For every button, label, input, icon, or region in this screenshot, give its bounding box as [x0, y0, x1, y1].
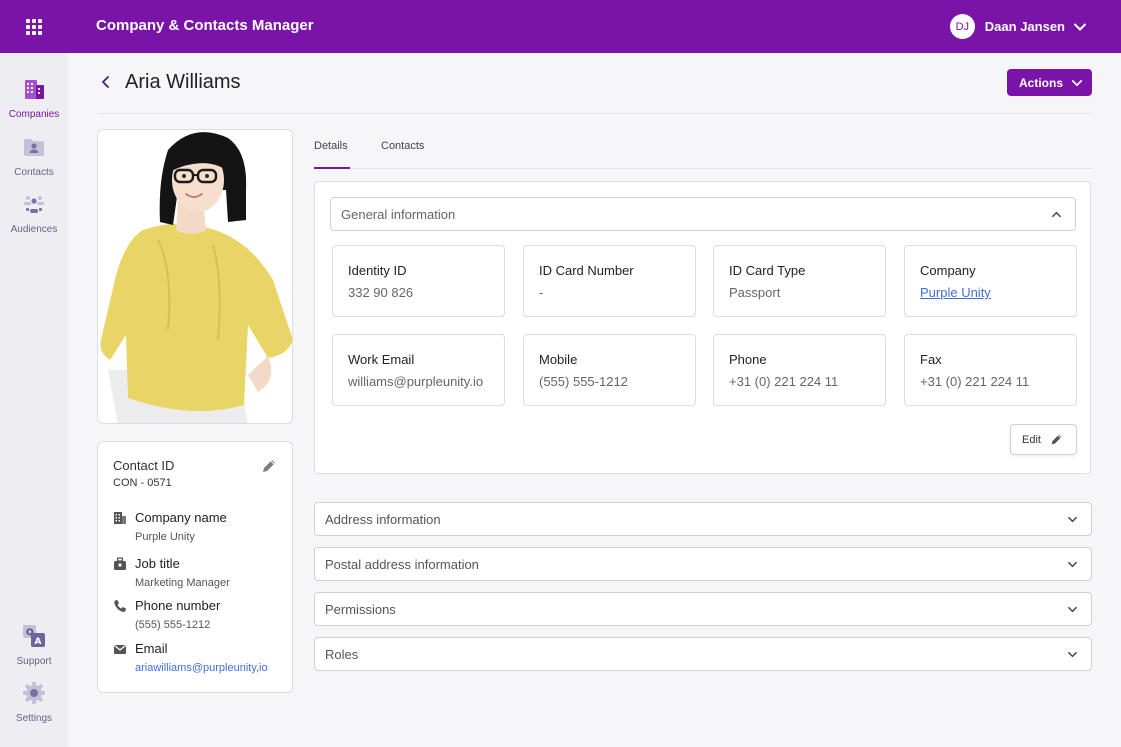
company-name-label: Company name — [135, 510, 227, 525]
sidebar-item-support[interactable]: Q A Support — [0, 624, 68, 667]
tab-details[interactable]: Details — [314, 140, 348, 152]
actions-button-label: Actions — [1019, 75, 1064, 90]
edit-button[interactable]: Edit — [1010, 424, 1077, 455]
field-label: ID Card Type — [729, 263, 806, 278]
avatar: DJ — [949, 14, 975, 39]
field-phone: Phone +31 (0) 221 224 11 — [713, 334, 886, 406]
chevron-down-icon — [1068, 561, 1077, 568]
chevron-down-icon — [1068, 606, 1077, 613]
field-value: (555) 555-1212 — [539, 374, 628, 389]
accordion-title: Postal address information — [325, 557, 479, 572]
accordion-title: Address information — [325, 512, 441, 527]
sidebar: Companies Contacts Audiences Q A Support — [0, 53, 68, 747]
phone-number-value: (555) 555-1212 — [135, 619, 211, 631]
roles-accordion[interactable]: Roles — [314, 637, 1092, 671]
edit-button-label: Edit — [1022, 433, 1041, 446]
accordion-title: Roles — [325, 647, 359, 662]
sidebar-item-label: Support — [16, 656, 52, 667]
field-identity-id: Identity ID 332 90 826 — [332, 245, 505, 317]
general-information-header[interactable]: General information — [330, 197, 1076, 231]
back-arrow-icon[interactable] — [99, 75, 113, 89]
sidebar-item-settings[interactable]: Settings — [0, 681, 68, 724]
sidebar-item-audiences[interactable]: Audiences — [0, 192, 68, 235]
top-bar: Company & Contacts Manager DJ Daan Janse… — [0, 0, 1121, 53]
general-information-title: General information — [341, 207, 456, 222]
field-work-email: Work Email williams@purpleunity.io — [332, 334, 505, 406]
field-value: Passport — [729, 285, 781, 300]
settings-icon — [23, 682, 45, 704]
contact-summary-card: Contact ID CON - 0571 Company name Purpl… — [97, 441, 293, 693]
field-label: Mobile — [539, 352, 578, 367]
field-value: +31 (0) 221 224 11 — [920, 374, 1030, 389]
field-company: Company Purple Unity — [904, 245, 1077, 317]
app-grid-icon[interactable] — [26, 19, 42, 35]
audiences-icon — [24, 196, 44, 213]
sidebar-item-contacts[interactable]: Contacts — [0, 135, 68, 178]
svg-text:A: A — [35, 637, 42, 647]
field-value: 332 90 826 — [348, 285, 414, 300]
app-title: Company & Contacts Manager — [96, 17, 314, 34]
companies-icon — [25, 80, 44, 99]
accordion-title: Permissions — [325, 602, 396, 617]
chevron-down-icon — [1071, 79, 1083, 86]
chevron-down-icon — [1068, 516, 1077, 523]
pencil-icon — [1051, 434, 1062, 445]
field-label: Work Email — [348, 352, 415, 367]
sidebar-item-label: Audiences — [10, 224, 58, 235]
sidebar-item-label: Contacts — [14, 167, 54, 178]
field-id-card-type: ID Card Type Passport — [713, 245, 886, 317]
header-divider — [97, 113, 1092, 114]
phone-icon — [114, 600, 126, 612]
field-mobile: Mobile (555) 555-1212 — [523, 334, 696, 406]
field-label: Fax — [920, 352, 942, 367]
field-label: ID Card Number — [539, 263, 634, 278]
avatar-illustration — [98, 130, 292, 423]
field-id-card-number: ID Card Number - — [523, 245, 696, 317]
sidebar-item-label: Settings — [15, 713, 53, 724]
sidebar-item-companies[interactable]: Companies — [0, 77, 68, 120]
actions-button[interactable]: Actions — [1007, 69, 1092, 96]
job-title-label: Job title — [135, 556, 180, 571]
mail-icon — [114, 645, 126, 654]
user-menu[interactable]: DJ Daan Jansen — [949, 14, 1087, 39]
postal-address-information-accordion[interactable]: Postal address information — [314, 547, 1092, 581]
address-information-accordion[interactable]: Address information — [314, 502, 1092, 536]
email-label: Email — [135, 641, 168, 656]
contact-id-label: Contact ID — [113, 458, 175, 473]
email-link[interactable]: ariawilliams@purpleunity,io — [135, 662, 268, 674]
job-title-value: Marketing Manager — [135, 577, 230, 589]
sidebar-item-label: Companies — [8, 109, 60, 120]
chevron-down-icon — [1068, 651, 1077, 658]
permissions-accordion[interactable]: Permissions — [314, 592, 1092, 626]
user-name: Daan Jansen — [984, 19, 1065, 34]
field-value: - — [539, 285, 544, 300]
field-label: Phone — [729, 352, 767, 367]
page-title: Aria Williams — [125, 71, 241, 93]
chevron-up-icon — [1052, 211, 1061, 218]
company-name-value: Purple Unity — [135, 531, 195, 543]
field-label: Identity ID — [348, 263, 407, 278]
field-label: Company — [920, 263, 976, 278]
active-tab-indicator — [314, 167, 350, 169]
tabs-divider — [314, 168, 1092, 169]
field-value: +31 (0) 221 224 11 — [729, 374, 839, 389]
field-value: williams@purpleunity.io — [348, 374, 484, 389]
profile-photo — [97, 129, 293, 424]
building-icon — [114, 512, 126, 524]
briefcase-icon — [114, 557, 126, 570]
contact-id-value: CON - 0571 — [113, 477, 172, 489]
support-icon: Q A — [23, 625, 45, 647]
tab-contacts[interactable]: Contacts — [381, 140, 424, 152]
contacts-icon — [24, 139, 44, 156]
company-link[interactable]: Purple Unity — [920, 285, 991, 300]
field-fax: Fax +31 (0) 221 224 11 — [904, 334, 1077, 406]
phone-number-label: Phone number — [135, 598, 221, 613]
pencil-icon[interactable] — [261, 458, 277, 474]
chevron-down-icon — [1074, 23, 1086, 30]
